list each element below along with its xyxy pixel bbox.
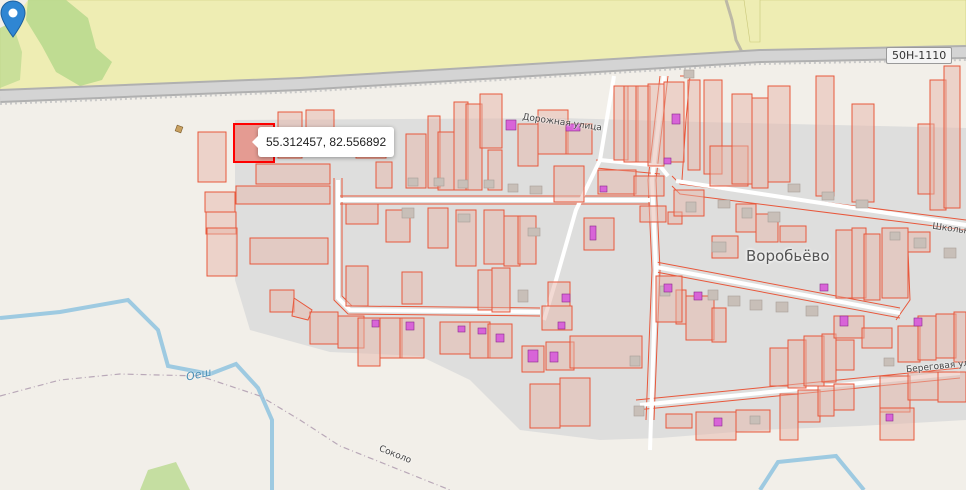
meadow-small bbox=[140, 462, 190, 490]
map-pin-icon[interactable] bbox=[0, 0, 26, 38]
map-layer bbox=[0, 0, 966, 490]
small-structure bbox=[174, 124, 184, 134]
coordinates-popup: 55.312457, 82.556892 bbox=[251, 127, 395, 157]
village-label: Воробьёво bbox=[746, 247, 830, 265]
river-oesh bbox=[0, 297, 274, 490]
coordinates-text: 55.312457, 82.556892 bbox=[266, 135, 387, 149]
river-branch bbox=[758, 453, 866, 490]
admin-boundary bbox=[0, 373, 451, 490]
map-canvas[interactable]: 50Н-1110 Воробьёво Дорожная улица Школьн… bbox=[0, 0, 966, 490]
road-shield-label: 50Н-1110 bbox=[886, 47, 953, 64]
